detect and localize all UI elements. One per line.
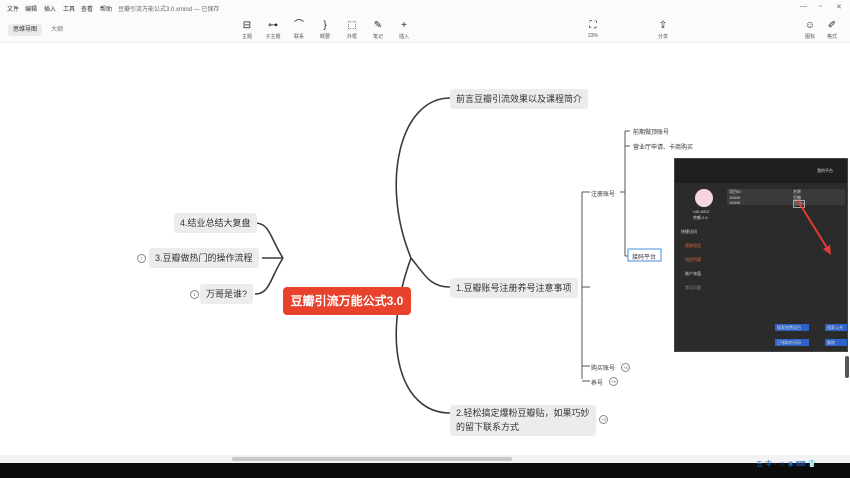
- note-button[interactable]: ✎ 笔记: [365, 20, 391, 42]
- topic-who-is-wange[interactable]: 万哥是谁?: [200, 284, 254, 304]
- collapse-button[interactable]: +4: [621, 363, 630, 372]
- document-title: 豆瓣引流万能公式3.0.xmind — 已保存: [118, 7, 220, 13]
- menu-file[interactable]: 文件: [7, 4, 19, 13]
- menu-bar: 文件 编辑 插入 工具 查看 帮助 豆瓣引流万能公式3.0.xmind — 已保…: [0, 0, 850, 18]
- tab-mindmap[interactable]: 思维导图: [8, 24, 43, 36]
- subtopic-sms-platform[interactable]: 接码平台: [632, 252, 656, 261]
- embedded-menu-3: 账户充值: [685, 271, 701, 276]
- taskbar: [0, 463, 850, 478]
- share-button[interactable]: ⇪ 分享: [650, 20, 676, 42]
- topic-button[interactable]: ⊟ 主题: [234, 20, 260, 42]
- summary-icon: }: [323, 20, 327, 31]
- ime-toolbar[interactable]: 五中·☺◉⌨👕: [756, 459, 850, 469]
- note-icon: ✎: [373, 20, 383, 31]
- topic-intro[interactable]: 前言豆瓣引流效果以及课程简介: [450, 89, 589, 109]
- fullscreen-icon: ⛶: [589, 20, 597, 31]
- insert-button[interactable]: + 插入: [391, 20, 417, 42]
- subtopic-early-account[interactable]: 前期做顶账号: [633, 127, 669, 136]
- embedded-menu-0: 快捷访问: [681, 229, 697, 234]
- vertical-scroll-thumb[interactable]: [845, 356, 849, 378]
- topic-icon: ⊟: [242, 20, 252, 31]
- summary-button[interactable]: } 概要: [312, 20, 338, 42]
- tab-outline[interactable]: 大纲: [46, 24, 68, 36]
- relationship-icon: ⌒: [294, 20, 304, 31]
- avatar: [695, 189, 713, 207]
- insert-icon: +: [401, 20, 407, 31]
- embedded-title: 我的平台: [817, 168, 833, 173]
- maximize-icon[interactable]: ▫: [819, 3, 821, 10]
- topic-summary-review[interactable]: 4.结业总结大复盘: [174, 213, 257, 233]
- subtopic-icon: ⊶: [268, 20, 278, 31]
- horizontal-scroll-thumb[interactable]: [232, 457, 512, 461]
- embedded-menu-4: 常见问题: [685, 285, 701, 290]
- collapse-button[interactable]: +3: [599, 415, 608, 424]
- boundary-icon: ⬚: [347, 20, 357, 31]
- subtopic-buy-account[interactable]: 购买账号: [591, 363, 615, 372]
- subtopic-sim-purchase[interactable]: 营业厅申请、卡商购买: [633, 142, 693, 151]
- embedded-menu-1: 获取短信: [685, 243, 701, 248]
- close-icon[interactable]: ✕: [836, 3, 842, 11]
- subtopic-register[interactable]: 注册账号: [591, 189, 615, 198]
- toolbar: 思维导图 大纲 ⊟ 主题 ⊶ 子主题 ⌒ 联系 } 概要 ⬚ 外框 ✎ 笔记 + 插入 ⛶ 23…: [0, 18, 850, 43]
- embedded-btn-search: 搜索收费项目: [777, 325, 801, 330]
- embedded-user: UID:5837: [693, 209, 710, 214]
- embedded-menu-2: 短信列表: [685, 257, 701, 262]
- subtopic-nurture[interactable]: 养号: [591, 378, 603, 387]
- menu-insert[interactable]: 插入: [44, 4, 56, 13]
- menu-view[interactable]: 查看: [81, 4, 93, 13]
- red-arrow: [797, 200, 831, 255]
- share-icon: ⇪: [658, 20, 668, 31]
- format-button[interactable]: ✐ 格式: [819, 20, 845, 42]
- collapse-button[interactable]: 7: [137, 254, 146, 263]
- minimize-icon[interactable]: —: [800, 3, 807, 10]
- embedded-balance: 余额:2.6: [693, 215, 708, 220]
- subtopic-button[interactable]: ⊶ 子主题: [260, 20, 286, 42]
- topic-post-method[interactable]: 2.轻松搞定爆粉豆瓣贴，如果巧妙 的留下联系方式: [450, 405, 596, 436]
- menu-help[interactable]: 帮助: [100, 4, 112, 13]
- central-topic[interactable]: 豆瓣引流万能公式3.0: [283, 287, 411, 315]
- collapse-button[interactable]: +4: [609, 377, 618, 386]
- topic-hot-process[interactable]: 3.豆瓣做热门的操作流程: [149, 248, 259, 268]
- menu-edit[interactable]: 编辑: [25, 4, 37, 13]
- topic-account-register[interactable]: 1.豆瓣账号注册养号注意事项: [450, 278, 578, 298]
- embedded-image[interactable]: 我的平台 UID:5837 余额:2.6 快捷访问 获取短信 短信列表 账户充值…: [674, 158, 848, 352]
- zoom-button[interactable]: ⛶ 23%: [580, 20, 606, 42]
- collapse-button[interactable]: 1: [190, 290, 199, 299]
- format-icon: ✐: [827, 20, 837, 31]
- boundary-button[interactable]: ⬚ 外框: [339, 20, 365, 42]
- menu-tools[interactable]: 工具: [63, 4, 75, 13]
- relationship-button[interactable]: ⌒ 联系: [286, 20, 312, 42]
